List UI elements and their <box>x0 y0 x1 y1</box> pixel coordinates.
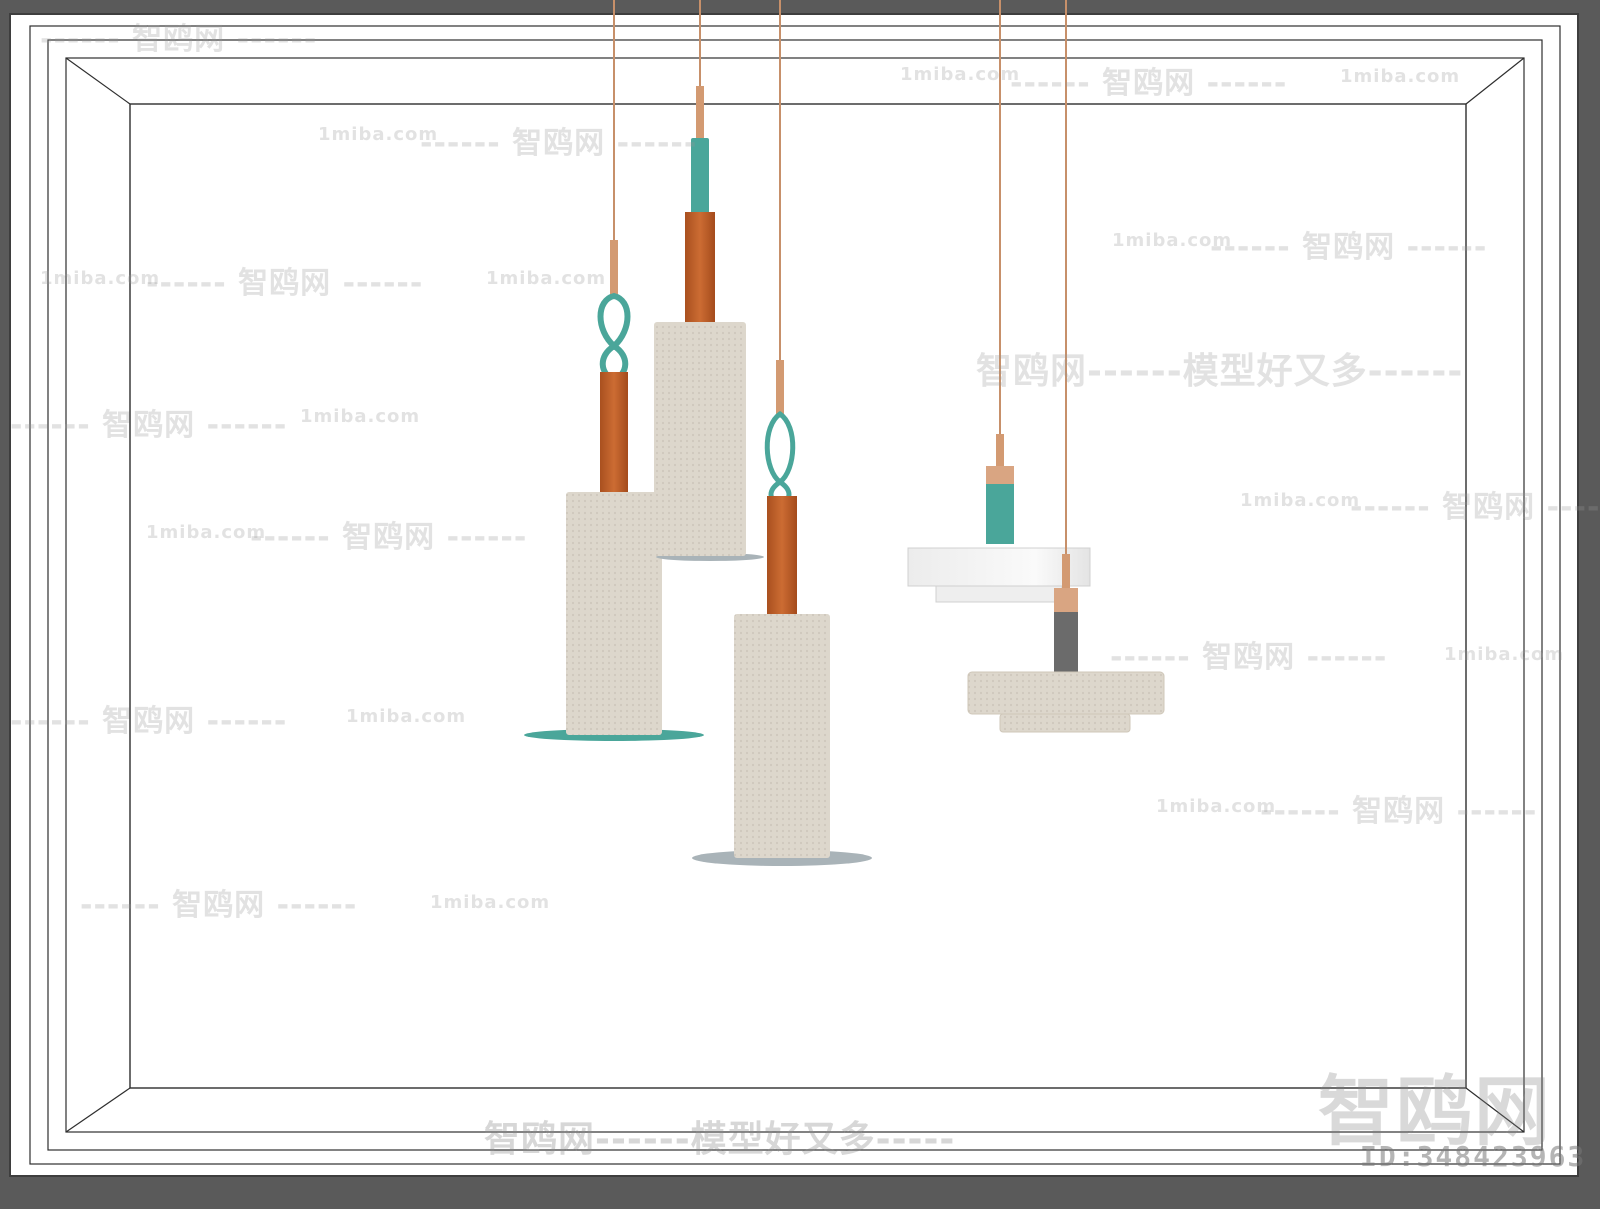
watermark-site: 1miba.com <box>146 522 267 543</box>
watermark-site: 1miba.com <box>1444 644 1565 665</box>
collar-band <box>1054 588 1078 612</box>
fabric-shade <box>566 492 662 735</box>
watermark-slogan-bottom: 智鸥网------模型好又多----- <box>484 1119 956 1160</box>
watermark-site: 1miba.com <box>430 892 551 913</box>
wood-stem <box>600 372 628 496</box>
watermark-site: 1miba.com <box>1156 796 1277 817</box>
ceiling-cap <box>776 360 784 416</box>
teal-collar <box>986 484 1014 544</box>
watermark-site: 1miba.com <box>1240 490 1361 511</box>
white-shade-lower <box>935 585 1063 603</box>
gray-collar <box>1054 612 1078 674</box>
render-scene <box>0 0 1600 1209</box>
watermark-brand: ------ 智鸥网 ------ <box>1210 230 1488 265</box>
ceiling-cap <box>996 434 1004 468</box>
fabric-disc-lower <box>999 713 1131 733</box>
watermark-brand: ------ 智鸥网 ------ <box>250 520 528 555</box>
watermark-brand: ------ 智鸥网 ------ <box>146 266 424 301</box>
watermark-brand: ------ 智鸥网 ------ <box>10 408 288 443</box>
watermark-id: ID:348423963 <box>1360 1140 1587 1173</box>
ceiling-cap <box>1062 554 1070 590</box>
watermark-site: 1miba.com <box>40 268 161 289</box>
watermark-slogan: 智鸥网------模型好又多------ <box>976 351 1464 392</box>
watermark-brand: ------ 智鸥网 ------ <box>40 22 318 57</box>
collar-band <box>986 466 1014 484</box>
wood-stem <box>685 212 715 324</box>
watermark-site: 1miba.com <box>346 706 467 727</box>
fabric-disc-top <box>967 671 1165 715</box>
watermark-brand: ------ 智鸥网 ------ <box>80 888 358 923</box>
watermark-site: 1miba.com <box>900 64 1021 85</box>
watermark-brand: ------ 智鸥网 ------ <box>1260 794 1538 829</box>
watermark-brand: ------ 智鸥网 ------ <box>1110 640 1388 675</box>
ceiling-cap <box>610 240 618 296</box>
fabric-shade <box>734 614 830 858</box>
watermark-site: 1miba.com <box>1340 66 1461 87</box>
wood-stem <box>767 496 797 614</box>
watermark-brand: ------ 智鸥网 ------ <box>1350 490 1600 525</box>
watermark-brand: ------ 智鸥网 ------ <box>1010 66 1288 101</box>
watermark-brand: ------ 智鸥网 ------ <box>420 126 698 161</box>
fabric-shade <box>654 322 746 556</box>
watermark-site: 1miba.com <box>486 268 607 289</box>
watermark-brand: ------ 智鸥网 ------ <box>10 704 288 739</box>
watermark-site: 1miba.com <box>300 406 421 427</box>
